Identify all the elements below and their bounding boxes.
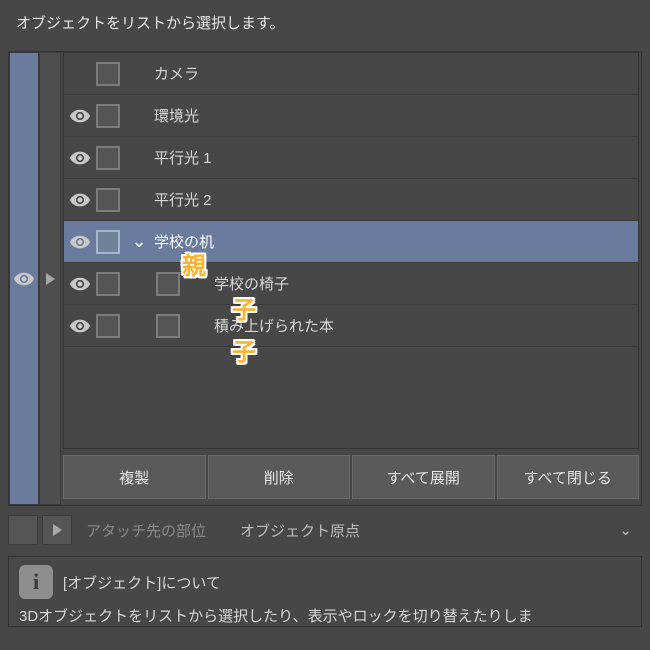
row-label: 積み上げられた本 (210, 315, 632, 336)
info-panel: i [オブジェクト]について 3Dオブジェクトをリストから選択したり、表示やロッ… (8, 556, 642, 627)
eye-icon (69, 273, 91, 295)
visibility-column[interactable] (9, 52, 39, 505)
row-label: 環境光 (150, 105, 632, 126)
row-label: カメラ (150, 63, 632, 84)
attach-slot[interactable] (8, 515, 38, 545)
visibility-toggle[interactable] (64, 147, 96, 169)
eye-icon (69, 189, 91, 211)
tree-row[interactable]: 環境光 (64, 95, 638, 137)
row-label: 学校の机 (150, 231, 632, 252)
play-icon (53, 524, 62, 536)
object-hierarchy-section: カメラ環境光平行光 1平行光 2⌄学校の机学校の椅子積み上げられた本 複製 削除… (8, 51, 642, 506)
row-label: 学校の椅子 (210, 273, 632, 294)
visibility-toggle[interactable] (64, 315, 96, 337)
select-checkbox[interactable] (96, 314, 120, 338)
row-label: 平行光 1 (150, 147, 632, 168)
eye-icon (69, 147, 91, 169)
attach-label: アタッチ先の部位 (86, 520, 206, 541)
select-checkbox[interactable] (96, 230, 120, 254)
tree-row[interactable]: 学校の椅子 (64, 263, 638, 305)
play-icon (46, 273, 55, 285)
tree-row[interactable]: 積み上げられた本 (64, 305, 638, 347)
collapse-all-button[interactable]: すべて閉じる (497, 455, 640, 499)
info-body: 3Dオブジェクトをリストから選択したり、表示やロックを切り替えたりしま (19, 605, 631, 626)
select-checkbox[interactable] (96, 104, 120, 128)
eye-icon (69, 315, 91, 337)
visibility-toggle[interactable] (64, 105, 96, 127)
visibility-toggle[interactable] (64, 189, 96, 211)
row-label: 平行光 2 (150, 189, 632, 210)
attach-play-button[interactable] (42, 515, 72, 545)
eye-icon (69, 231, 91, 253)
child-checkbox[interactable] (156, 314, 180, 338)
tree-row[interactable]: 平行光 1 (64, 137, 638, 179)
select-checkbox[interactable] (96, 62, 120, 86)
collapse-toggle[interactable]: ⌄ (128, 231, 150, 252)
select-checkbox[interactable] (96, 146, 120, 170)
attach-value-dropdown[interactable]: オブジェクト原点 (240, 520, 615, 541)
info-heading: [オブジェクト]について (63, 572, 221, 593)
chevron-down-icon: ⌄ (619, 521, 632, 539)
attach-row: アタッチ先の部位 オブジェクト原点 ⌄ (8, 510, 642, 550)
tree-row[interactable]: 平行光 2 (64, 179, 638, 221)
select-checkbox[interactable] (96, 272, 120, 296)
eye-icon (13, 268, 35, 290)
visibility-toggle[interactable] (64, 231, 96, 253)
select-checkbox[interactable] (96, 188, 120, 212)
panel-title: オブジェクトをリストから選択します。 (0, 0, 650, 51)
child-checkbox[interactable] (156, 272, 180, 296)
tree-toolbar: 複製 削除 すべて展開 すべて閉じる (63, 455, 639, 499)
expand-column[interactable] (39, 52, 61, 505)
duplicate-button[interactable]: 複製 (63, 455, 206, 499)
info-icon: i (19, 565, 53, 599)
delete-button[interactable]: 削除 (208, 455, 351, 499)
tree-row[interactable]: カメラ (64, 53, 638, 95)
visibility-toggle[interactable] (64, 273, 96, 295)
object-tree: カメラ環境光平行光 1平行光 2⌄学校の机学校の椅子積み上げられた本 (63, 52, 639, 449)
tree-row[interactable]: ⌄学校の机 (64, 221, 638, 263)
expand-all-button[interactable]: すべて展開 (352, 455, 495, 499)
eye-icon (69, 105, 91, 127)
